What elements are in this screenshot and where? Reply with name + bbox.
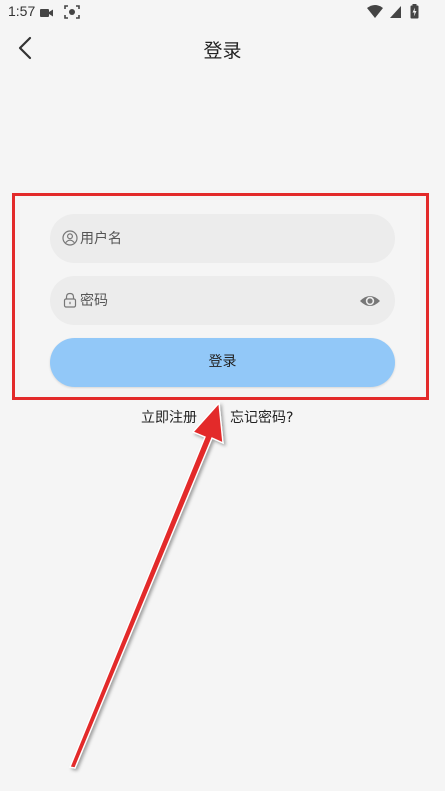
wifi-icon [367, 5, 384, 18]
status-time: 1:57 [8, 3, 36, 19]
username-field[interactable] [50, 214, 395, 263]
page-title: 登录 [203, 40, 242, 62]
user-icon [62, 230, 78, 246]
cellular-signal-icon [389, 6, 401, 18]
eye-icon [360, 296, 380, 306]
status-left-icons [40, 5, 81, 23]
video-camera-icon [40, 9, 53, 17]
battery-charging-icon [410, 4, 419, 19]
app-header: 登录 [0, 24, 445, 72]
status-right-icons [367, 4, 419, 23]
lock-icon [63, 292, 77, 308]
username-input[interactable] [80, 214, 350, 263]
login-form: 登录 [15, 197, 425, 397]
register-link[interactable]: 立即注册 [141, 407, 197, 427]
password-visibility-toggle[interactable] [359, 290, 381, 312]
password-input[interactable] [80, 276, 350, 325]
arrow-shape [69, 401, 224, 769]
status-bar: 1:57 [0, 0, 445, 24]
screen-record-icon [64, 5, 81, 19]
password-field[interactable] [50, 276, 395, 325]
login-button[interactable]: 登录 [50, 338, 395, 387]
forgot-password-link[interactable]: 忘记密码? [230, 407, 293, 427]
